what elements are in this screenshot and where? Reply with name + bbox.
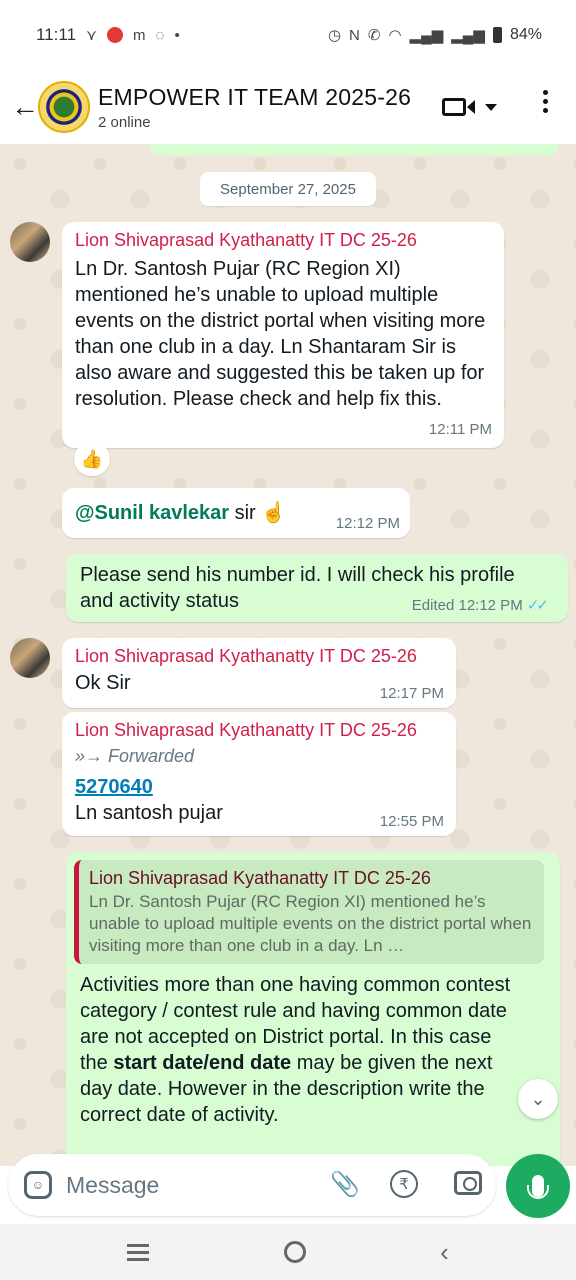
online-status: 2 online (98, 113, 151, 131)
chat-area[interactable]: September 27, 2025 Lion Shivaprasad Kyat… (0, 144, 576, 1166)
video-call-button[interactable] (442, 92, 502, 122)
double-chevron-down-icon: ⌄ (530, 1088, 546, 1109)
quoted-text: Ln Dr. Santosh Pujar (RC Region XI) ment… (89, 892, 532, 955)
battery-icon (492, 27, 502, 43)
sender-name[interactable]: Lion Shivaprasad Kyathanatty IT DC 25-26 (75, 646, 417, 667)
status-left: 11:11 ⋎ m ◌ • (36, 25, 180, 45)
composer: ☺ 📎 ₹ (0, 1148, 576, 1224)
sender-name[interactable]: Lion Shivaprasad Kyathanatty IT DC 25-26 (75, 720, 417, 741)
message-bubble[interactable]: @Sunil kavlekar sir ☝️ 12:12 PM (62, 488, 410, 538)
message-text: Ok Sir (75, 672, 131, 694)
dot-icon: • (174, 26, 180, 44)
quoted-sender: Lion Shivaprasad Kyathanatty IT DC 25-26 (89, 868, 431, 888)
mention-link[interactable]: @Sunil kavlekar (75, 502, 229, 524)
scroll-to-bottom-button[interactable]: ⌄ (518, 1079, 558, 1119)
camera-icon[interactable] (454, 1171, 482, 1195)
read-receipt-icon: ✓✓ (526, 597, 549, 614)
battery-level: 84% (509, 26, 542, 43)
alarm-icon: ◷ (327, 27, 342, 44)
forward-arrows-icon: »→ (75, 746, 104, 766)
message-time: Edited 12:12 PM ✓✓ (411, 596, 549, 614)
video-camera-icon (442, 98, 466, 116)
more-options-icon[interactable] (538, 90, 552, 113)
forwarded-text: Forwarded (108, 746, 195, 766)
date-separator: September 27, 2025 (200, 172, 376, 206)
rupee-icon[interactable]: ₹ (390, 1170, 418, 1198)
message-input-box[interactable]: ☺ 📎 ₹ (8, 1154, 496, 1216)
message-time: 12:11 PM (428, 421, 492, 438)
message-bubble[interactable]: Lion Shivaprasad Kyathanatty IT DC 25-26… (62, 222, 504, 448)
edited-time: Edited 12:12 PM (411, 597, 523, 614)
forwarded-label: »→ Forwarded (75, 746, 194, 767)
app-notification-icon (107, 27, 124, 43)
home-icon[interactable] (283, 1241, 306, 1263)
message-text: Ln Dr. Santosh Pujar (RC Region XI) ment… (75, 258, 486, 410)
call-icon: ✆ (367, 27, 381, 44)
outgoing-reply-bubble[interactable]: Lion Shivaprasad Kyathanatty IT DC 25-26… (66, 852, 560, 1166)
sender-name[interactable]: Lion Shivaprasad Kyathanatty IT DC 25-26 (75, 230, 417, 251)
signal-icon: ▂▄▆ (409, 27, 444, 44)
message-time: 12:55 PM (379, 813, 444, 830)
message-text: Ln santosh pujar (75, 802, 223, 824)
message-input[interactable] (66, 1171, 306, 1199)
previous-message-bubble (150, 144, 558, 156)
mic-button[interactable] (506, 1154, 570, 1218)
gmail-icon: m (133, 26, 146, 44)
system-back-icon[interactable]: ‹ (440, 1237, 449, 1268)
back-arrow-icon[interactable]: ← (8, 91, 42, 123)
reaction-thumbs-up[interactable]: 👍 (74, 442, 110, 476)
status-time: 11:11 (36, 25, 77, 44)
paperclip-icon[interactable]: 📎 (330, 1170, 360, 1199)
recent-apps-icon[interactable] (127, 1243, 150, 1261)
message-bubble[interactable]: Lion Shivaprasad Kyathanatty IT DC 25-26… (62, 638, 456, 708)
wifi-icon: ◠ (388, 27, 402, 44)
message-text: @Sunil kavlekar sir ☝️ (75, 500, 286, 526)
mic-icon (527, 1175, 549, 1199)
nfc-icon: N (349, 26, 360, 44)
chat-header: ← EMPOWER IT TEAM 2025-26 2 online (0, 70, 576, 144)
phone-number-link[interactable]: 5270640 (75, 774, 153, 800)
whatsapp-icon: ◌ (155, 26, 165, 44)
signal-2-icon: ▂▄▆ (451, 27, 485, 44)
avatar[interactable] (10, 222, 50, 262)
message-time: 12:12 PM (335, 515, 400, 532)
message-text: Activities more than one having common c… (80, 972, 516, 1128)
group-avatar[interactable] (38, 81, 90, 133)
message-time: 12:17 PM (379, 685, 444, 702)
status-right: ◷ N ✆ ◠ ▂▄▆ ▂▄▆ 84% (328, 26, 542, 44)
message-bubble[interactable]: Lion Shivaprasad Kyathanatty IT DC 25-26… (62, 712, 456, 836)
status-bar: 11:11 ⋎ m ◌ • ◷ N ✆ ◠ ▂▄▆ ▂▄▆ 84% (0, 0, 576, 70)
outgoing-message-bubble[interactable]: Please send his number id. I will check … (66, 554, 568, 622)
avatar[interactable] (10, 638, 50, 678)
quoted-message[interactable]: Lion Shivaprasad Kyathanatty IT DC 25-26… (74, 860, 544, 964)
message-text-bold: start date/end date (113, 1052, 292, 1074)
header-text[interactable]: EMPOWER IT TEAM 2025-26 2 online (98, 84, 411, 131)
message-text-rest: sir ☝️ (229, 502, 287, 524)
sticker-icon[interactable]: ☺ (24, 1171, 52, 1199)
notification-icon: ⋎ (86, 27, 98, 44)
chevron-down-icon (485, 103, 497, 111)
system-nav-bar: ‹ (0, 1224, 576, 1280)
video-lens-icon (467, 100, 475, 114)
group-title[interactable]: EMPOWER IT TEAM 2025-26 (98, 84, 411, 111)
